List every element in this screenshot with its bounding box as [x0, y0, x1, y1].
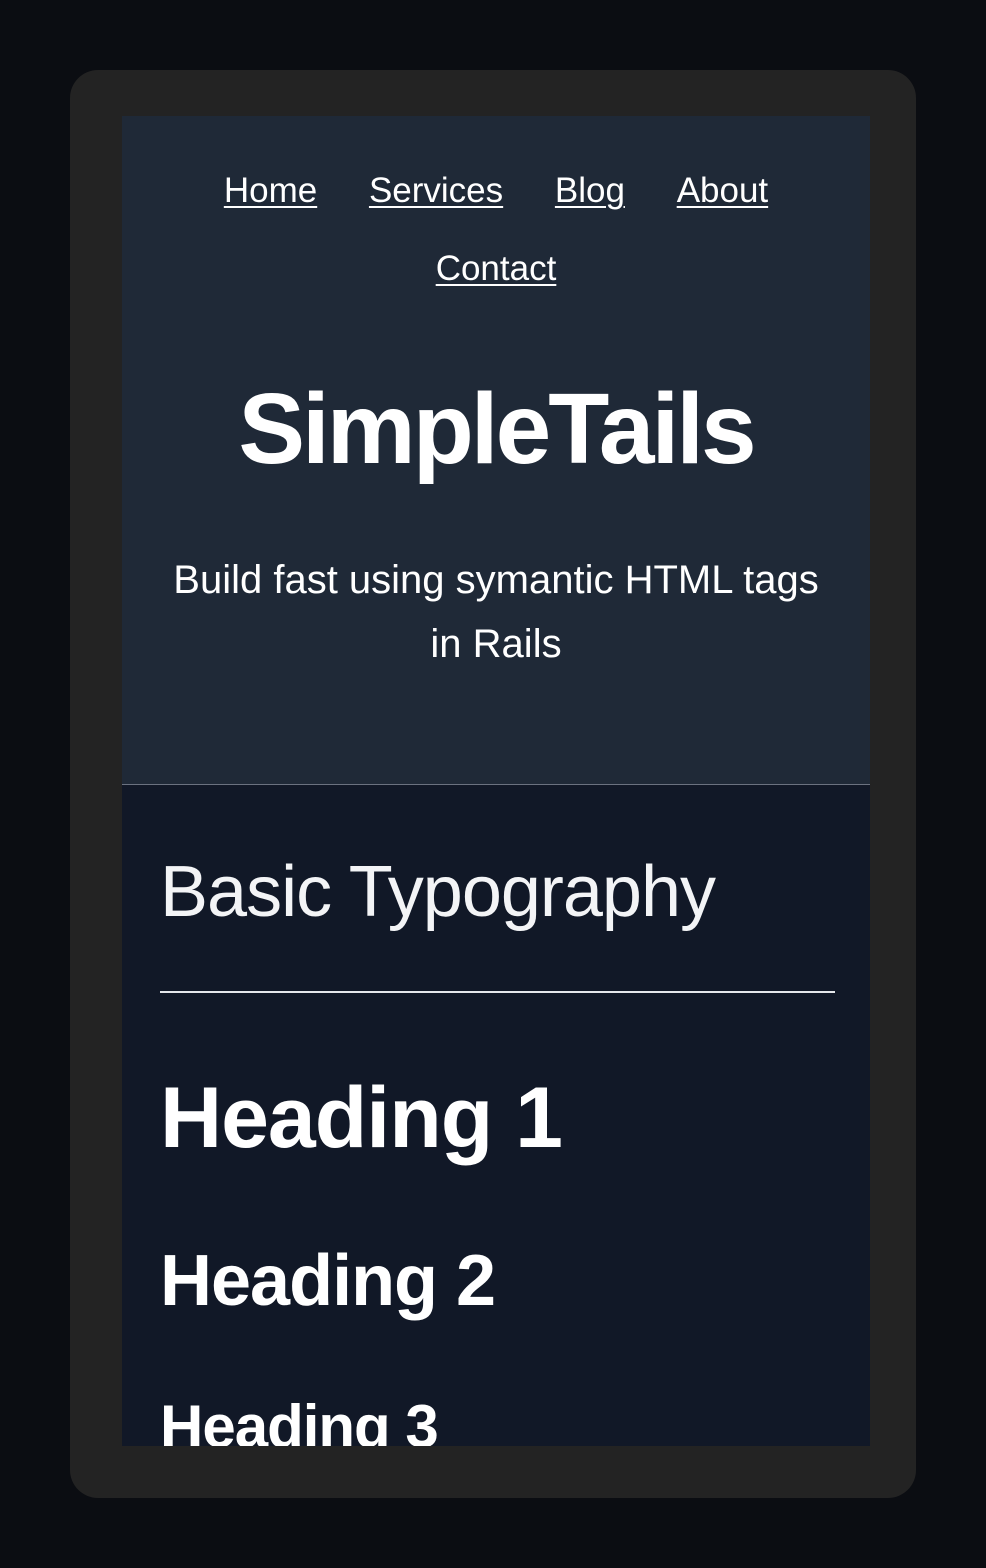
- heading-3-sample: Heading 3: [160, 1393, 439, 1446]
- section-title: Basic Typography: [160, 852, 716, 932]
- main-content: Basic Typography Heading 1 Heading 2 Hea…: [122, 785, 870, 1446]
- heading-2-sample: Heading 2: [160, 1241, 496, 1321]
- nav-link-home[interactable]: Home: [224, 171, 317, 210]
- site-title: SimpleTails: [238, 373, 756, 485]
- section-divider: [160, 991, 835, 993]
- device-frame: Home Services Blog About Contact SimpleT…: [70, 70, 916, 1498]
- nav-link-services[interactable]: Services: [369, 171, 503, 210]
- site-tagline: Build fast using symantic HTML tags in R…: [173, 558, 819, 666]
- browser-viewport[interactable]: Home Services Blog About Contact SimpleT…: [122, 116, 870, 1446]
- nav-link-about[interactable]: About: [677, 171, 768, 210]
- main-navigation: Home Services Blog About Contact: [122, 152, 870, 308]
- nav-link-contact[interactable]: Contact: [436, 249, 557, 288]
- nav-link-blog[interactable]: Blog: [555, 171, 625, 210]
- hero-header: Home Services Blog About Contact SimpleT…: [122, 116, 870, 785]
- heading-1-sample: Heading 1: [160, 1070, 563, 1166]
